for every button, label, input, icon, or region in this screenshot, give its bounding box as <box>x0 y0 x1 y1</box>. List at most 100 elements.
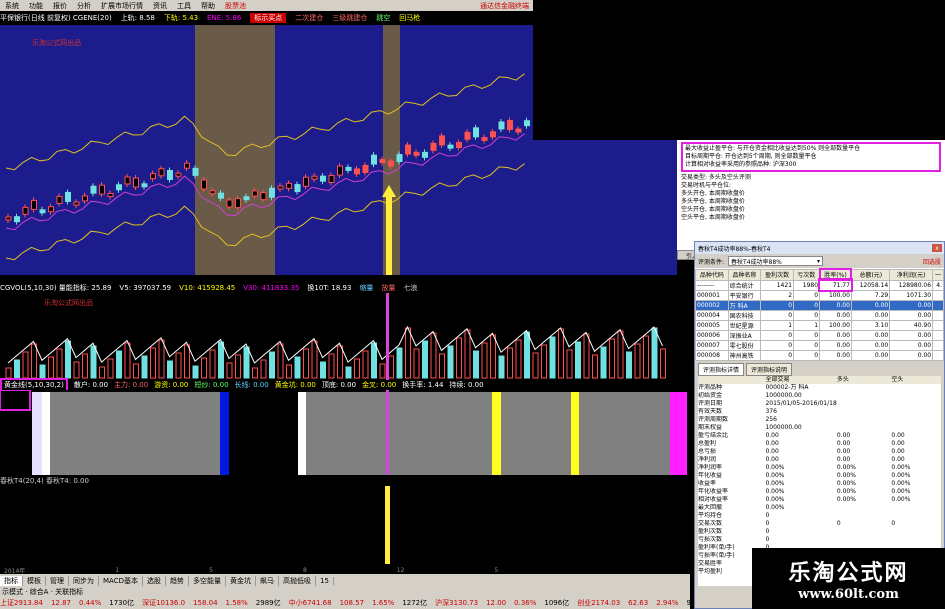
eval-condition-select[interactable]: 春秋T4成功率88% ▾ <box>728 256 824 266</box>
tab-explain[interactable]: 评测指标说明 <box>746 362 793 376</box>
volume-bar <box>473 350 479 379</box>
menu-tools[interactable]: 工具 <box>172 1 196 11</box>
tab-horse[interactable]: 飙马 <box>256 575 279 586</box>
volume-bar <box>99 366 105 379</box>
col-header[interactable]: 胜率(%) <box>818 268 853 281</box>
detail-cell <box>891 536 941 544</box>
col-header[interactable]: 盈利次数 <box>760 268 795 281</box>
col-header[interactable]: 净利润(元) <box>889 268 934 281</box>
volume-bar <box>609 338 615 379</box>
tab-energy[interactable]: 多空能量 <box>189 575 226 586</box>
tab-gold-pit[interactable]: 黄金坑 <box>226 575 256 586</box>
candle-body <box>447 144 454 149</box>
tab-macd[interactable]: MACD基本 <box>99 575 143 586</box>
detail-cell: 初始资金 <box>698 391 723 399</box>
menu-quote[interactable]: 报价 <box>48 1 72 11</box>
detail-cell: 0.00 <box>765 439 779 447</box>
tab-select[interactable]: 选股 <box>143 575 166 586</box>
table-cell: 40.90 <box>889 319 934 331</box>
detail-cell: 0.00 <box>836 447 851 455</box>
lower-cursor <box>385 486 390 564</box>
table-row[interactable]: 000006 深振业A 0 0 0.00 0.00 0.00 <box>695 329 944 341</box>
gold-pit-value: 黄金坑: 0.00 <box>274 381 316 389</box>
detail-row: 盈利次数 0 <box>698 528 941 536</box>
menu-help[interactable]: 帮助 <box>196 1 220 11</box>
signal-panel[interactable] <box>0 390 690 475</box>
table-row[interactable]: 000007 零七股份 0 0 0.00 0.00 0.00 <box>695 339 944 351</box>
status-item: 中小6741.68 <box>288 599 332 607</box>
detail-cell: 376 <box>765 407 777 415</box>
menu-function[interactable]: 功能 <box>24 1 48 11</box>
tab-sync[interactable]: 同步为 <box>69 575 99 586</box>
table-cell: 万 科A <box>727 299 762 311</box>
table-cell: 0.00 <box>819 309 852 321</box>
info-line: 交易类型: 多头及空头评测 <box>681 174 751 181</box>
volume-bar <box>634 343 641 379</box>
table-row[interactable]: 000008 神州高铁 0 0 0.00 0.00 0.00 <box>695 349 944 361</box>
col-header[interactable]: 总额(元) <box>850 268 891 281</box>
menu-system[interactable]: 系统 <box>0 1 24 11</box>
tab-15[interactable]: 15 <box>316 576 334 585</box>
col-header[interactable]: 品种代码 <box>695 268 729 281</box>
detail-cell: 有效天数 <box>698 407 723 415</box>
volume-bar <box>532 352 539 379</box>
table-row[interactable]: 000002 万 科A 0 0 0.00 0.00 0.00 <box>695 299 944 311</box>
table-row[interactable]: -------- 综合统计 1421 1980 71.77 12058.14 128980.… <box>695 278 944 292</box>
volume-bar <box>422 340 428 379</box>
volume-ma-line <box>7 325 663 364</box>
tab-high-low[interactable]: 高抛低吸 <box>279 575 316 586</box>
time-label: 1 <box>115 566 120 574</box>
candle-body <box>22 206 29 215</box>
detail-cell: 0.00 <box>765 431 779 439</box>
candle-body <box>235 198 241 209</box>
dialog-titlebar[interactable]: 春秋T4成功率88%-春秋T4 x <box>695 242 944 254</box>
status-item: 1.65% <box>372 599 395 607</box>
candle-body <box>430 142 437 151</box>
volume-bar <box>116 350 122 379</box>
status-item: 上证2913.84 <box>0 599 43 607</box>
tab-manage[interactable]: 管理 <box>46 575 69 586</box>
candle-body <box>99 184 105 195</box>
table-row[interactable]: 000005 世纪星源 1 1 100.00 3.10 40.90 <box>695 319 944 331</box>
volume-cursor <box>386 293 389 383</box>
detail-cell: 0.00% <box>765 463 785 471</box>
close-icon[interactable]: x <box>932 244 942 252</box>
detail-cell: 0.00% <box>891 471 911 479</box>
col-header[interactable]: 亏次数 <box>793 268 821 281</box>
detail-cell <box>891 408 941 416</box>
volume-bar <box>133 363 139 379</box>
table-row[interactable]: 000004 国农科技 0 0 0.00 0.00 0.00 <box>695 309 944 321</box>
lower-indicator-bar: 春秋T4(20,4) 春秋T4: 0.00 <box>0 476 690 486</box>
menu-stock-pool[interactable]: 股票池 <box>220 1 251 11</box>
tab-trend[interactable]: 趋势 <box>166 575 189 586</box>
detail-cell <box>837 384 892 392</box>
volume-chart[interactable]: 乐淘公式网出品 <box>0 293 677 383</box>
signal-bar <box>32 392 42 475</box>
table-cell: 1071.30 <box>889 289 934 301</box>
table-row[interactable]: 000001 平安银行 2 0 100.00 7.29 1071.30 <box>695 289 944 301</box>
back-to-select-link[interactable]: 回选股 <box>923 257 941 266</box>
table-cell: 0 <box>793 339 821 351</box>
buy-signal-tag[interactable]: 标示买点 <box>250 13 287 23</box>
status-item: 0.36% <box>514 599 537 607</box>
tab-detail[interactable]: 评测指标详情 <box>698 362 745 376</box>
lower-indicator-label: 春秋T4(20,4) 春秋T4: 0.00 <box>0 477 89 485</box>
menu-analysis[interactable]: 分析 <box>72 1 96 11</box>
col-header[interactable]: 一 <box>932 268 944 281</box>
volume-bar <box>600 346 607 379</box>
detail-row: 期末权益 1000000.00 <box>698 424 941 432</box>
lower-indicator-panel[interactable] <box>0 486 690 564</box>
table-cell: 1980 <box>793 279 821 291</box>
candle-body <box>388 160 394 167</box>
table-cell: 0.00 <box>889 329 934 341</box>
detail-row: 总盈利 0.00 0.00 0.00 <box>698 440 941 448</box>
col-header[interactable]: 品种名称 <box>727 268 762 281</box>
tab-template[interactable]: 模板 <box>23 575 46 586</box>
tab-indicator[interactable]: 指标 <box>0 575 23 586</box>
candle-body <box>524 120 530 127</box>
table-cell <box>932 289 944 301</box>
menu-news[interactable]: 资讯 <box>148 1 172 11</box>
status-item: 深证10136.0 <box>142 599 186 607</box>
candle-body <box>150 173 156 180</box>
menu-extended-market[interactable]: 扩展市场行情 <box>96 1 148 11</box>
